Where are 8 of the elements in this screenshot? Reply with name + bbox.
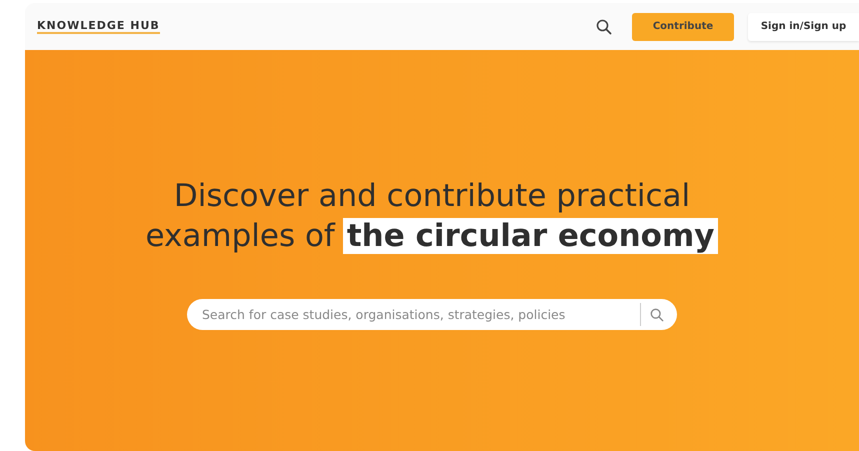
highlighted-headline-text: the circular economy <box>342 218 718 254</box>
headline-text: Discover and contribute practical <box>174 177 690 215</box>
search-field[interactable]: Search for case studies, organisations, strategies, policies <box>187 299 677 330</box>
contribute-button[interactable]: Contribute <box>632 12 734 40</box>
sign-in-button[interactable]: Sign in/Sign up <box>748 12 859 40</box>
headline-text: examples of <box>146 217 335 255</box>
logo-text[interactable]: KNOWLEDGE HUB <box>37 19 160 34</box>
search-icon[interactable] <box>596 18 612 34</box>
